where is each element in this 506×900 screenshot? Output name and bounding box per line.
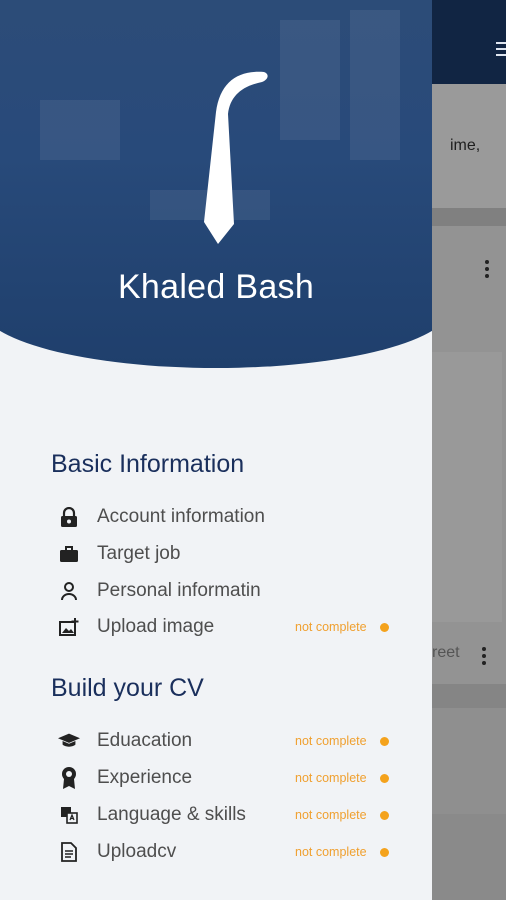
section-title-build-your-cv: Build your CV — [51, 674, 204, 702]
menu-item-label: Uploadcv — [97, 841, 177, 862]
menu-item-personal-information[interactable]: Personal informatin — [58, 576, 398, 606]
status-dot — [380, 736, 389, 746]
status-dot — [380, 847, 389, 857]
status-text: not complete — [295, 808, 367, 822]
user-name: Khaled Bash — [117, 268, 315, 306]
translate-icon — [58, 804, 80, 826]
menu-item-label: Personal informatin — [97, 580, 261, 601]
lock-icon — [58, 506, 80, 528]
menu-item-label: Language & skills — [97, 804, 246, 825]
menu-item-label: Eduacation — [97, 730, 193, 751]
status-text: not complete — [295, 620, 367, 634]
status-text: not complete — [295, 771, 367, 785]
menu-item-education[interactable]: Eduacation not complete — [58, 726, 398, 756]
menu-item-account-information[interactable]: Account information — [58, 502, 398, 532]
menu-item-label: Account information — [97, 506, 265, 527]
status-dot — [380, 773, 389, 783]
graduation-cap-icon — [58, 730, 80, 752]
section-title-basic-information: Basic Information — [51, 450, 245, 478]
menu-item-upload-cv[interactable]: Uploadcv not complete — [58, 837, 398, 867]
menu-item-label: Upload image — [97, 616, 215, 637]
status-dot — [380, 810, 389, 820]
background-card-text: ime, — [450, 137, 481, 154]
document-icon — [58, 841, 80, 863]
briefcase-icon — [58, 543, 80, 565]
add-photo-icon — [58, 616, 80, 638]
menu-item-target-job[interactable]: Target job — [58, 539, 398, 569]
menu-item-language-skills[interactable]: Language & skills not complete — [58, 800, 398, 830]
menu-icon[interactable] — [496, 42, 506, 56]
status-dot — [380, 622, 389, 632]
navigation-drawer: Khaled Bash Basic Information Account in… — [0, 0, 432, 900]
background-card-text: reet — [432, 644, 460, 661]
more-options-icon[interactable] — [481, 647, 487, 667]
status-text: not complete — [295, 845, 367, 859]
menu-item-upload-image[interactable]: Upload image not complete — [58, 612, 398, 642]
tie-logo-icon — [204, 71, 268, 245]
award-ribbon-icon — [58, 767, 80, 789]
menu-item-label: Target job — [97, 543, 181, 564]
person-icon — [58, 580, 80, 602]
menu-item-experience[interactable]: Experience not complete — [58, 763, 398, 793]
background-card-image — [432, 352, 502, 622]
more-options-icon[interactable] — [484, 260, 490, 280]
menu-item-label: Experience — [97, 767, 193, 788]
status-text: not complete — [295, 734, 367, 748]
